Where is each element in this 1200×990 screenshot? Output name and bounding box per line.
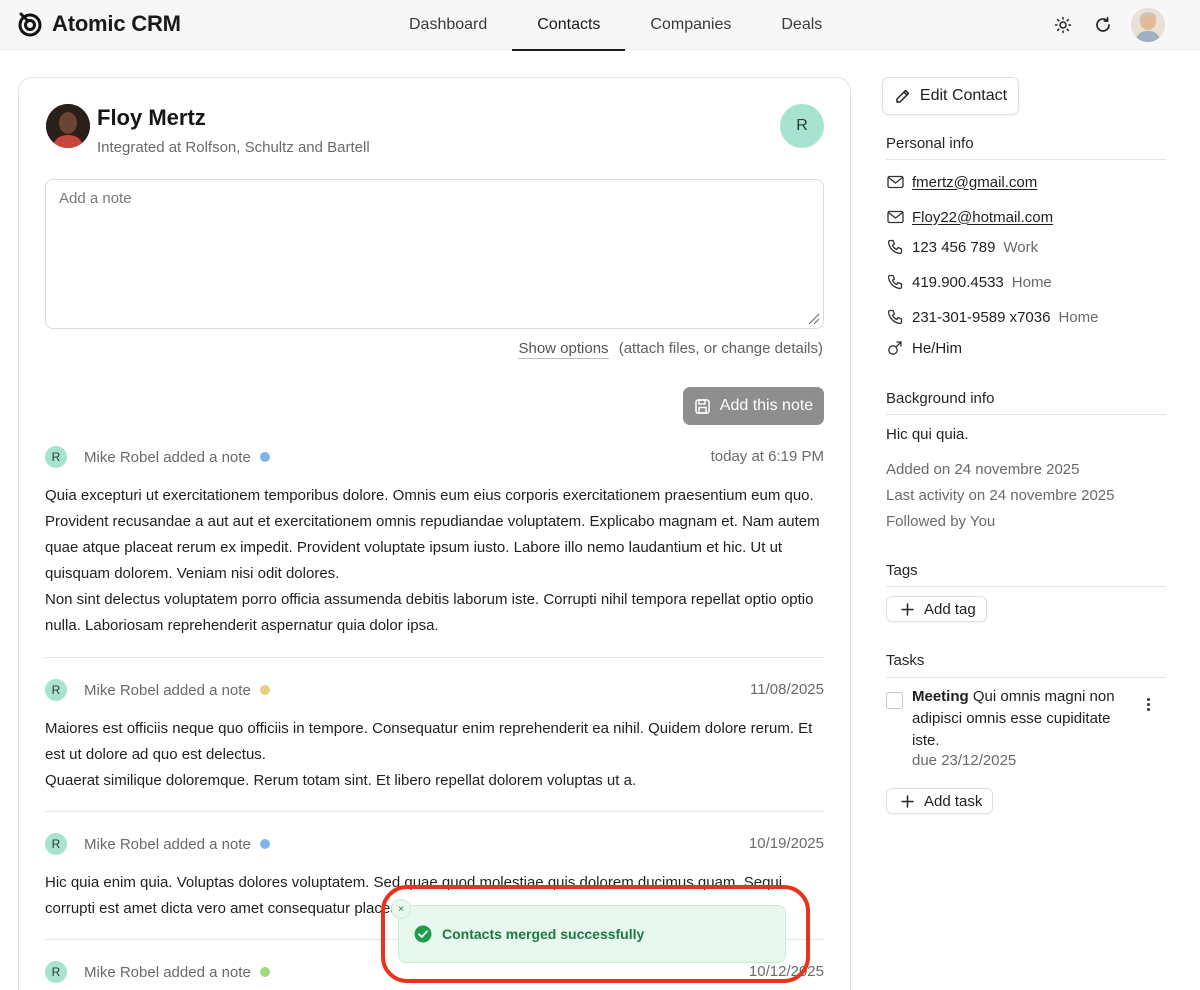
mail-icon [886, 208, 904, 226]
note-status-dot [259, 839, 270, 849]
note-divider [45, 657, 824, 658]
task-checkbox[interactable] [886, 692, 903, 709]
tab-deals[interactable]: Deals [756, 0, 847, 50]
task-description: Meeting Qui omnis magni non adipisci omn… [912, 686, 1134, 752]
contact-avatar [46, 104, 90, 148]
last-activity: Last activity on 24 novembre 2025 [886, 487, 1115, 504]
phone-number: 231-301-9589 x7036 [912, 308, 1051, 326]
resize-grip-icon[interactable] [808, 313, 820, 325]
sun-icon[interactable] [1051, 13, 1075, 37]
phone-type: Home [1011, 273, 1052, 291]
note-author-avatar: R [45, 833, 67, 855]
note-body: Quia excepturi ut exercitationem tempori… [45, 487, 820, 634]
email-row: Floy22@hotmail.com [886, 208, 1053, 226]
background-text: Hic qui quia. [886, 426, 969, 443]
note-author-avatar: R [45, 446, 67, 468]
phone-number: 123 456 789 [912, 238, 996, 256]
phone-icon [886, 238, 904, 256]
show-options-row: Show options (attach files, or change de… [518, 340, 823, 359]
refresh-icon[interactable] [1091, 13, 1115, 37]
note-date: 10/19/2025 [748, 835, 824, 852]
divider [886, 414, 1166, 415]
app-title: Atomic CRM [52, 11, 181, 36]
app-logo[interactable]: Atomic CRM [16, 10, 181, 38]
owner-avatar: R [780, 104, 824, 148]
phone-icon [886, 273, 904, 291]
email-link[interactable]: Floy22@hotmail.com [912, 209, 1053, 226]
added-on: Added on 24 novembre 2025 [886, 461, 1080, 478]
tab-dashboard[interactable]: Dashboard [384, 0, 512, 50]
add-note-label: Add this note [719, 397, 814, 414]
contact-name: Floy Mertz [97, 105, 206, 130]
pencil-icon [896, 89, 910, 103]
note-status-dot [259, 452, 270, 462]
note-author-avatar: R [45, 679, 67, 701]
male-symbol-icon [886, 339, 904, 357]
phone-type: Home [1058, 308, 1099, 326]
note-author-avatar: R [45, 961, 67, 983]
phone-row: 231-301-9589 x7036 Home [886, 308, 1098, 326]
divider [886, 159, 1166, 160]
highlight-annotation [381, 885, 810, 983]
task-menu-icon[interactable] [1140, 694, 1156, 714]
note-body: Maiores est officiis neque quo officiis … [45, 720, 813, 789]
tab-companies[interactable]: Companies [625, 0, 756, 50]
phone-row: 419.900.4533 Home [886, 273, 1052, 291]
note-author: Mike Robel added a note [84, 835, 251, 853]
task-due-date: due 23/12/2025 [912, 752, 1017, 769]
note-status-dot [259, 685, 270, 695]
pronouns-row: He/Him [886, 339, 962, 357]
followed-by: Followed by You [886, 513, 996, 530]
add-task-label: Add task [924, 792, 983, 810]
save-icon [695, 398, 710, 414]
add-tag-button[interactable]: Add tag [886, 596, 987, 622]
divider [886, 586, 1166, 587]
phone-row: 123 456 789 Work [886, 238, 1038, 256]
email-row: fmertz@gmail.com [886, 173, 1037, 191]
note-author: Mike Robel added a note [84, 963, 251, 981]
contact-subtitle: Integrated at Rolfson, Schultz and Barte… [97, 139, 370, 156]
note-author: Mike Robel added a note [84, 681, 251, 699]
note-author: Mike Robel added a note [84, 448, 251, 466]
email-link[interactable]: fmertz@gmail.com [912, 174, 1037, 191]
phone-icon [886, 308, 904, 326]
note-date: 11/08/2025 [750, 681, 824, 698]
main-nav: Dashboard Contacts Companies Deals [384, 0, 847, 51]
tab-contacts[interactable]: Contacts [512, 0, 626, 51]
note-date: today at 6:19 PM [710, 448, 824, 465]
pronouns: He/Him [912, 339, 963, 357]
plus-icon [901, 794, 914, 808]
show-options-link[interactable]: Show options [518, 340, 609, 359]
note-item: R Mike Robel added a note 11/08/2025 Mai… [45, 679, 824, 794]
tags-heading: Tags [886, 562, 918, 579]
note-divider [45, 811, 824, 812]
atomic-logo-icon [18, 12, 42, 37]
personal-info-heading: Personal info [886, 135, 974, 152]
add-note-button[interactable]: Add this note [683, 387, 824, 425]
phone-type: Work [1003, 238, 1039, 256]
note-input[interactable] [45, 179, 824, 329]
add-tag-label: Add tag [924, 600, 976, 618]
show-options-hint: (attach files, or change details) [618, 340, 823, 357]
plus-icon [901, 602, 914, 616]
note-item: R Mike Robel added a note today at 6:19 … [45, 446, 824, 639]
user-avatar[interactable] [1131, 8, 1165, 42]
background-info-heading: Background info [886, 390, 995, 407]
phone-number: 419.900.4533 [912, 273, 1004, 291]
add-task-button[interactable]: Add task [886, 788, 994, 814]
task-type: Meeting [912, 688, 969, 705]
mail-icon [886, 173, 904, 191]
note-status-dot [259, 967, 270, 977]
edit-contact-button[interactable]: Edit Contact [882, 77, 1019, 115]
tasks-heading: Tasks [886, 652, 925, 669]
divider [886, 677, 1166, 678]
top-nav-bar: Atomic CRM Dashboard Contacts Companies … [0, 0, 1200, 51]
edit-contact-label: Edit Contact [919, 87, 1008, 104]
